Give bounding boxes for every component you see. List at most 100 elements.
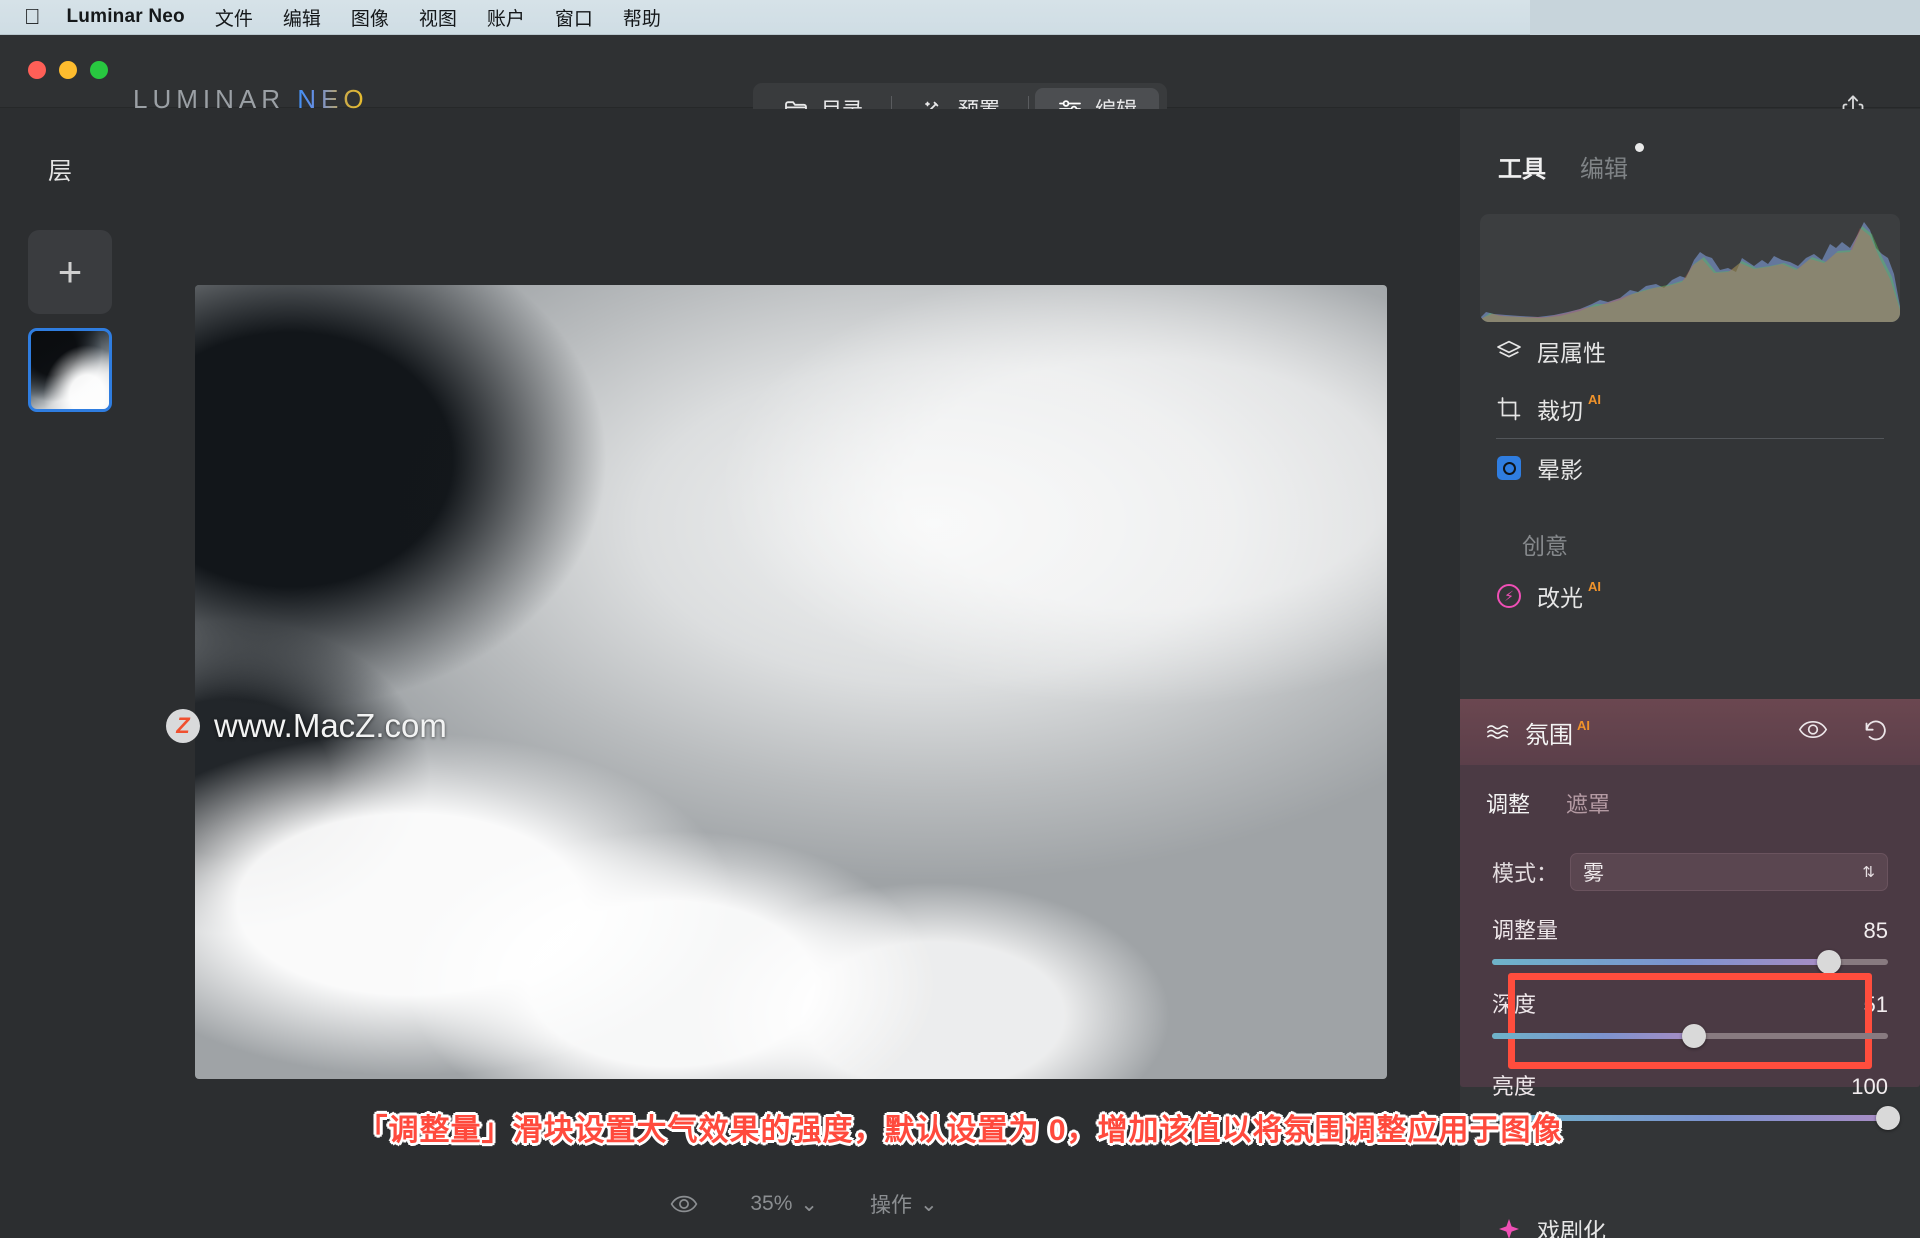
atmosphere-tool-panel: 氛围 AI 调整 遮罩 模式： 雾 ⇅ 调整量 85 深度 51 亮度 100	[1460, 699, 1920, 1130]
slider-depth-track[interactable]	[1492, 1024, 1888, 1048]
tool-item-relight-label: 改光	[1537, 585, 1583, 611]
watermark: Z www.MacZ.com	[166, 707, 447, 745]
menubar-app-name[interactable]: Luminar Neo	[67, 6, 185, 28]
apple-logo-icon[interactable]: 	[24, 6, 41, 28]
tool-item-crop[interactable]: 裁切 AI	[1486, 380, 1894, 438]
maximize-window-button[interactable]	[90, 61, 108, 79]
chevron-down-icon-2: ⌄	[920, 1192, 938, 1216]
undo-icon	[1865, 720, 1886, 740]
tab-tools[interactable]: 工具	[1498, 149, 1546, 184]
slider-amount-track[interactable]	[1492, 950, 1888, 974]
close-window-button[interactable]	[28, 61, 46, 79]
waves-icon	[1486, 719, 1512, 745]
tool-item-layer-properties[interactable]: 层属性	[1486, 322, 1894, 380]
tools-panel: 工具 编辑 层属性 裁切 AI 晕影 创意 ⚡ 改光 AI 氛围 AI 调整 遮…	[1460, 109, 1920, 1238]
vignette-icon	[1496, 455, 1522, 481]
tool-item-relight[interactable]: ⚡ 改光 AI	[1486, 567, 1894, 625]
tools-section-creative-label: 创意	[1522, 533, 1568, 559]
tools-panel-tabs: 工具 编辑	[1460, 109, 1920, 184]
menubar-status-area	[1530, 0, 1920, 35]
zoom-level-dropdown[interactable]: 35% ⌄	[750, 1192, 818, 1217]
slider-depth-label: 深度	[1492, 992, 1537, 1017]
atmosphere-tab-adjust[interactable]: 调整	[1486, 787, 1530, 819]
atmosphere-tabs: 调整 遮罩	[1460, 765, 1920, 819]
ai-badge-atmosphere: AI	[1577, 717, 1590, 733]
actions-label: 操作	[870, 1194, 913, 1217]
slider-depth: 深度 51	[1492, 973, 1888, 1069]
canvas-area: Z www.MacZ.com 35% ⌄ 操作 ⌄	[148, 109, 1460, 1238]
menu-item-help[interactable]: 帮助	[623, 4, 661, 31]
dramatic-glyph	[1499, 1219, 1519, 1238]
menu-item-account[interactable]: 账户	[487, 4, 525, 31]
menu-item-window[interactable]: 窗口	[555, 4, 593, 31]
atmosphere-reset-button[interactable]	[1862, 717, 1890, 748]
mode-label: 模式：	[1492, 861, 1559, 886]
menu-item-file[interactable]: 文件	[215, 4, 253, 31]
tab-edits[interactable]: 编辑	[1580, 143, 1644, 184]
tools-essentials-group: 层属性 裁切 AI 晕影 创意 ⚡ 改光 AI	[1460, 322, 1920, 625]
watermark-badge-icon: Z	[166, 709, 200, 743]
tool-item-crop-label: 裁切	[1537, 398, 1583, 424]
mode-row: 模式： 雾 ⇅	[1492, 853, 1888, 891]
add-layer-button[interactable]: +	[28, 230, 112, 314]
slider-amount-fill	[1492, 959, 1829, 965]
tool-item-vignette-label: 晕影	[1537, 457, 1583, 483]
atmosphere-header[interactable]: 氛围 AI	[1460, 699, 1920, 765]
app-titlebar: LUMINAR NEO 目录	[0, 35, 1920, 135]
slider-amount: 调整量 85	[1492, 913, 1888, 974]
mode-dropdown-value: 雾	[1583, 862, 1605, 885]
minimize-window-button[interactable]	[59, 61, 77, 79]
histogram-graph	[1480, 222, 1900, 322]
crop-icon	[1496, 396, 1522, 422]
image-preview[interactable]	[195, 285, 1387, 1079]
macos-menubar:  Luminar Neo 文件 编辑 图像 视图 账户 窗口 帮助	[0, 0, 1920, 35]
slider-depth-value: 51	[1863, 992, 1888, 1017]
watermark-text: www.MacZ.com	[214, 707, 447, 744]
layers-panel: 层 +	[0, 109, 148, 1238]
eye-icon	[670, 1195, 698, 1213]
menu-item-edit[interactable]: 编辑	[283, 4, 321, 31]
atmosphere-controls: 模式： 雾 ⇅ 调整量 85 深度 51 亮度 100	[1460, 853, 1920, 1130]
slider-depth-fill	[1492, 1033, 1694, 1039]
chevron-down-icon: ⌄	[800, 1192, 819, 1216]
application-window: LUMINAR NEO 目录	[0, 35, 1920, 1238]
menu-item-image[interactable]: 图像	[351, 4, 389, 31]
tool-item-layer-properties-label: 层属性	[1537, 340, 1606, 366]
zoom-level-value: 35%	[750, 1192, 793, 1215]
tab-edits-label: 编辑	[1580, 156, 1628, 183]
tab-edits-indicator-dot	[1635, 143, 1644, 152]
eye-icon	[1798, 720, 1828, 739]
layer-thumbnail[interactable]	[28, 328, 112, 412]
slider-depth-knob[interactable]	[1681, 1024, 1706, 1048]
atmosphere-tab-mask[interactable]: 遮罩	[1566, 787, 1610, 819]
atmosphere-header-actions	[1798, 717, 1890, 748]
window-controls[interactable]	[28, 61, 108, 79]
relight-icon: ⚡	[1496, 583, 1522, 609]
atmosphere-visibility-toggle[interactable]	[1798, 719, 1828, 745]
chevron-updown-icon: ⇅	[1862, 863, 1875, 881]
tutorial-caption: 「调整量」滑块设置大气效果的强度，默认设置为 0，增加该值以将氛围调整应用于图像	[357, 1114, 1563, 1147]
tool-item-dramatic-label: 戏剧化	[1537, 1218, 1606, 1238]
slider-brightness-value: 100	[1851, 1074, 1888, 1099]
ai-badge-crop: AI	[1588, 392, 1601, 407]
actions-dropdown[interactable]: 操作 ⌄	[870, 1189, 938, 1219]
layers-icon	[1496, 338, 1522, 364]
canvas-bottom-bar: 35% ⌄ 操作 ⌄	[148, 1184, 1460, 1224]
slider-amount-knob[interactable]	[1816, 950, 1841, 974]
tool-item-dramatic[interactable]: 戏剧化	[1460, 1212, 1920, 1238]
menu-item-view[interactable]: 视图	[419, 4, 457, 31]
slider-brightness-label: 亮度	[1492, 1074, 1537, 1099]
image-smoke-overlay	[195, 285, 1387, 1079]
atmosphere-title: 氛围	[1525, 721, 1573, 749]
atmosphere-title-group: 氛围 AI	[1486, 715, 1590, 750]
histogram	[1480, 214, 1900, 322]
layers-panel-title: 层	[48, 158, 72, 185]
slider-amount-label: 调整量	[1492, 918, 1559, 943]
preview-toggle-button[interactable]	[670, 1194, 698, 1214]
plus-icon: +	[57, 248, 83, 295]
tool-item-vignette[interactable]: 晕影	[1486, 439, 1894, 497]
mode-dropdown[interactable]: 雾 ⇅	[1570, 853, 1888, 891]
slider-amount-value: 85	[1863, 918, 1888, 943]
ai-badge-relight: AI	[1588, 579, 1601, 594]
dramatic-icon	[1496, 1216, 1522, 1238]
